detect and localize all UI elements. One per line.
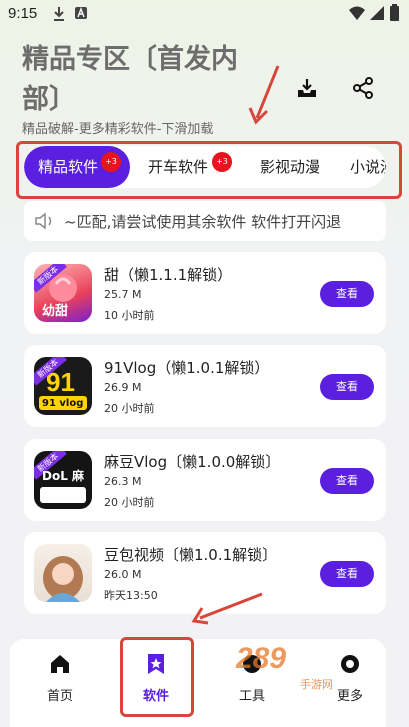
more-icon — [341, 655, 359, 673]
view-button[interactable]: 查看 — [320, 468, 374, 494]
watermark-logo: 289 — [236, 642, 287, 675]
app-name: 91Vlog（懒1.0.1解锁） — [104, 359, 270, 377]
app-icon: 新版本 幼甜 — [34, 264, 92, 322]
notice-bar: ~匹配,请尝试使用其余软件 软件打开闪退 — [24, 201, 386, 241]
app-icon: 91 新版本 91 vlog — [34, 357, 92, 415]
app-name: 麻豆Vlog〔懒1.0.0解锁〕 — [104, 453, 281, 471]
app-size: 25.7 M — [104, 288, 142, 301]
app-icon-text: DoL 麻豆 — [42, 469, 85, 501]
download-status-icon — [54, 7, 64, 21]
download-button[interactable] — [293, 74, 321, 102]
avatar-girl-icon — [43, 556, 83, 602]
share-button[interactable] — [349, 74, 377, 102]
view-button[interactable]: 查看 — [320, 281, 374, 307]
app-card[interactable]: 新版本 幼甜 甜（懒1.1.1解锁） 25.7 M 10 小时前 查看 — [24, 252, 386, 334]
app-size: 26.9 M — [104, 381, 142, 394]
battery-icon — [390, 4, 399, 21]
app-size: 26.0 M — [104, 568, 142, 581]
nav-item-home[interactable]: 首页 — [30, 653, 90, 704]
app-size: 26.3 M — [104, 475, 142, 488]
page-subtitle: 精品破解-更多精彩软件-下滑加载 — [22, 122, 214, 137]
app-time: 20 小时前 — [104, 496, 155, 509]
view-button[interactable]: 查看 — [320, 561, 374, 587]
app-card[interactable]: 91 新版本 91 vlog 91Vlog（懒1.0.1解锁） 26.9 M 2… — [24, 345, 386, 427]
app-status-icon — [75, 7, 87, 19]
app-name: 豆包视频〔懒1.0.1解锁〕 — [104, 546, 278, 564]
page-title: 精品专区〔首发内部〕 — [22, 44, 238, 115]
share-icon — [353, 77, 373, 99]
app-icon: 新版本 DoL 麻豆 — [34, 451, 92, 509]
app-name: 甜（懒1.1.1解锁） — [104, 266, 233, 284]
app-time: 20 小时前 — [104, 402, 155, 415]
nav-annotation-box — [120, 637, 194, 717]
view-button[interactable]: 查看 — [320, 374, 374, 400]
annotation-arrow-icon — [248, 65, 280, 125]
app-icon-text: 91 vlog — [42, 398, 84, 409]
annotation-arrow-icon — [191, 592, 263, 625]
app-time: 昨天13:50 — [104, 589, 158, 602]
wifi-icon — [349, 6, 365, 20]
app-icon — [34, 544, 92, 602]
status-time: 9:15 — [8, 5, 38, 22]
app-icon-text: 幼甜 — [42, 304, 69, 319]
tabs-annotation-box — [16, 141, 402, 199]
notice-text: ~匹配,请尝试使用其余软件 软件打开闪退 — [64, 213, 342, 231]
download-tray-icon — [298, 79, 316, 97]
nav-label: 首页 — [46, 689, 73, 704]
home-icon — [51, 655, 69, 673]
signal-icon — [370, 6, 384, 20]
nav-label: 工具 — [238, 689, 265, 704]
app-card[interactable]: 新版本 DoL 麻豆 麻豆Vlog〔懒1.0.0解锁〕 26.3 M 20 小时… — [24, 439, 386, 521]
watermark-subtitle: 手游网 — [300, 678, 333, 691]
app-time: 10 小时前 — [104, 309, 155, 322]
status-bar: 9:15 — [0, 0, 409, 28]
speaker-icon — [35, 212, 52, 230]
